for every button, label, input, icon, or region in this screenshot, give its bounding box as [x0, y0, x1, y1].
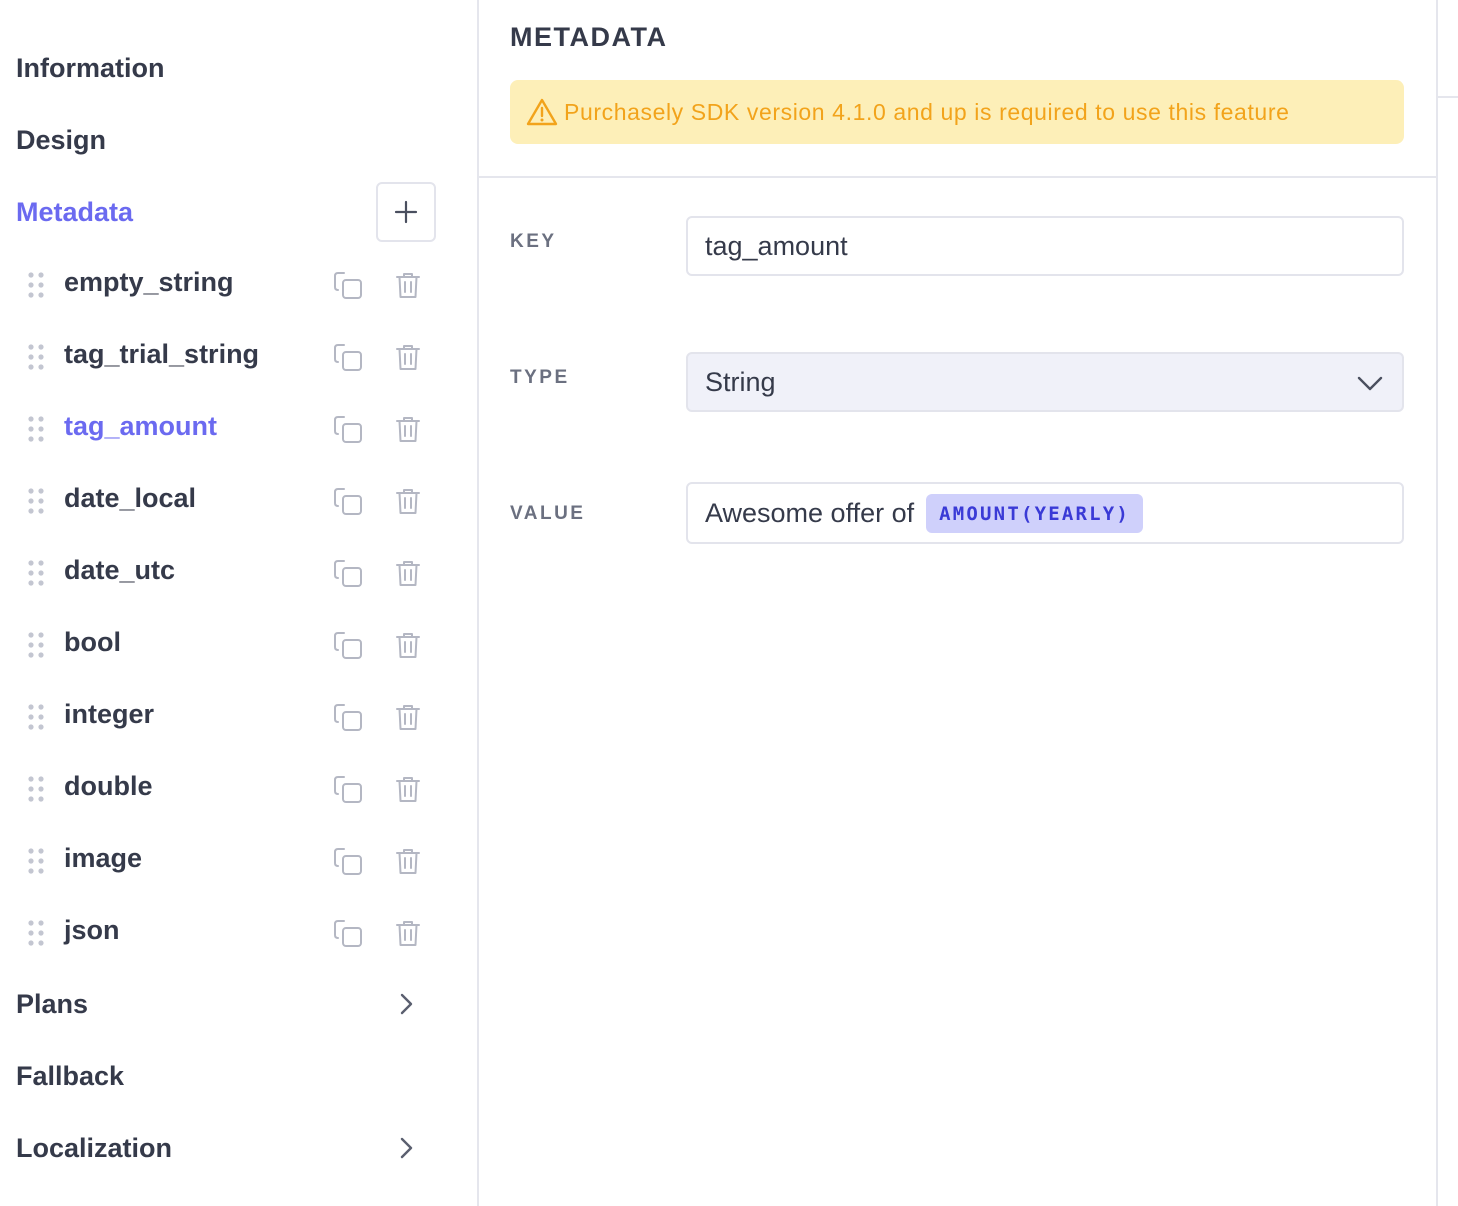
- drag-handle-icon[interactable]: [26, 416, 46, 442]
- metadata-item-label: double: [64, 771, 153, 801]
- type-select[interactable]: String: [686, 352, 1404, 412]
- trash-icon[interactable]: [392, 773, 424, 805]
- nav-item-design[interactable]: Design: [16, 120, 106, 160]
- metadata-item-label: tag_amount: [64, 411, 218, 441]
- drag-handle-icon[interactable]: [26, 560, 46, 586]
- page-title: METADATA: [510, 22, 668, 52]
- metadata-item[interactable]: date_local: [0, 475, 477, 525]
- nav-item-label: Plans: [16, 988, 89, 1019]
- key-input-value: tag_amount: [705, 230, 848, 261]
- warning-text: Purchasely SDK version 4.1.0 and up is r…: [564, 98, 1290, 125]
- duplicate-icon[interactable]: [332, 269, 364, 301]
- nav-item-label: Information: [16, 52, 165, 83]
- drag-handle-icon[interactable]: [26, 632, 46, 658]
- drag-handle-icon[interactable]: [26, 920, 46, 946]
- metadata-item-label: image: [64, 843, 143, 873]
- trash-icon[interactable]: [392, 845, 424, 877]
- sdk-warning-banner: Purchasely SDK version 4.1.0 and up is r…: [510, 80, 1404, 144]
- metadata-item[interactable]: tag_amount: [0, 403, 477, 453]
- nav-item-label: Localization: [16, 1132, 173, 1163]
- metadata-item-label: empty_string: [64, 267, 234, 297]
- metadata-item[interactable]: integer: [0, 691, 477, 741]
- duplicate-icon[interactable]: [332, 845, 364, 877]
- panel-divider: [1436, 0, 1438, 1206]
- value-input-text: Awesome offer of: [705, 497, 915, 528]
- metadata-item-label: integer: [64, 699, 155, 729]
- duplicate-icon[interactable]: [332, 917, 364, 949]
- key-input[interactable]: tag_amount: [686, 216, 1404, 276]
- divider: [479, 176, 1436, 178]
- drag-handle-icon[interactable]: [26, 848, 46, 874]
- add-metadata-button[interactable]: [376, 182, 436, 242]
- metadata-item[interactable]: json: [0, 907, 477, 957]
- nav-item-label: Fallback: [16, 1060, 125, 1091]
- metadata-item[interactable]: image: [0, 835, 477, 885]
- metadata-item[interactable]: tag_trial_string: [0, 331, 477, 381]
- plus-icon: [394, 200, 418, 224]
- duplicate-icon[interactable]: [332, 629, 364, 661]
- metadata-item[interactable]: date_utc: [0, 547, 477, 597]
- nav-item-plans[interactable]: Plans: [16, 984, 88, 1024]
- warning-triangle-icon: [526, 98, 558, 126]
- metadata-item[interactable]: double: [0, 763, 477, 813]
- trash-icon[interactable]: [392, 917, 424, 949]
- nav-item-label: Design: [16, 124, 107, 155]
- duplicate-icon[interactable]: [332, 413, 364, 445]
- key-label: KEY: [510, 231, 557, 252]
- trash-icon[interactable]: [392, 341, 424, 373]
- duplicate-icon[interactable]: [332, 341, 364, 373]
- sidebar: Information Design Metadata empty_string…: [0, 0, 477, 1206]
- type-label: TYPE: [510, 367, 570, 388]
- duplicate-icon[interactable]: [332, 557, 364, 589]
- amount-tag-chip[interactable]: AMOUNT(YEARLY): [926, 493, 1144, 533]
- nav-item-information[interactable]: Information: [16, 48, 165, 88]
- metadata-item-label: json: [64, 915, 120, 945]
- trash-icon[interactable]: [392, 557, 424, 589]
- duplicate-icon[interactable]: [332, 485, 364, 517]
- metadata-item[interactable]: empty_string: [0, 259, 477, 309]
- type-select-value: String: [705, 366, 776, 397]
- trash-icon[interactable]: [392, 629, 424, 661]
- chevron-right-icon[interactable]: [394, 992, 418, 1016]
- metadata-item-label: date_local: [64, 483, 197, 513]
- metadata-item-label: bool: [64, 627, 121, 657]
- trash-icon[interactable]: [392, 485, 424, 517]
- metadata-item-label: tag_trial_string: [64, 339, 260, 369]
- divider: [1438, 96, 1458, 98]
- trash-icon[interactable]: [392, 269, 424, 301]
- metadata-item-label: date_utc: [64, 555, 176, 585]
- metadata-item[interactable]: bool: [0, 619, 477, 669]
- trash-icon[interactable]: [392, 701, 424, 733]
- chevron-down-icon: [1357, 376, 1383, 391]
- value-input[interactable]: Awesome offer of AMOUNT(YEARLY): [686, 482, 1404, 544]
- nav-item-fallback[interactable]: Fallback: [16, 1056, 124, 1096]
- duplicate-icon[interactable]: [332, 773, 364, 805]
- chevron-right-icon[interactable]: [394, 1136, 418, 1160]
- drag-handle-icon[interactable]: [26, 776, 46, 802]
- drag-handle-icon[interactable]: [26, 704, 46, 730]
- drag-handle-icon[interactable]: [26, 344, 46, 370]
- drag-handle-icon[interactable]: [26, 272, 46, 298]
- nav-item-metadata[interactable]: Metadata: [16, 192, 133, 232]
- metadata-editor-panel: METADATA Purchasely SDK version 4.1.0 an…: [479, 0, 1436, 1206]
- duplicate-icon[interactable]: [332, 701, 364, 733]
- drag-handle-icon[interactable]: [26, 488, 46, 514]
- value-label: VALUE: [510, 503, 586, 524]
- trash-icon[interactable]: [392, 413, 424, 445]
- nav-item-localization[interactable]: Localization: [16, 1128, 172, 1168]
- nav-item-label: Metadata: [16, 196, 134, 227]
